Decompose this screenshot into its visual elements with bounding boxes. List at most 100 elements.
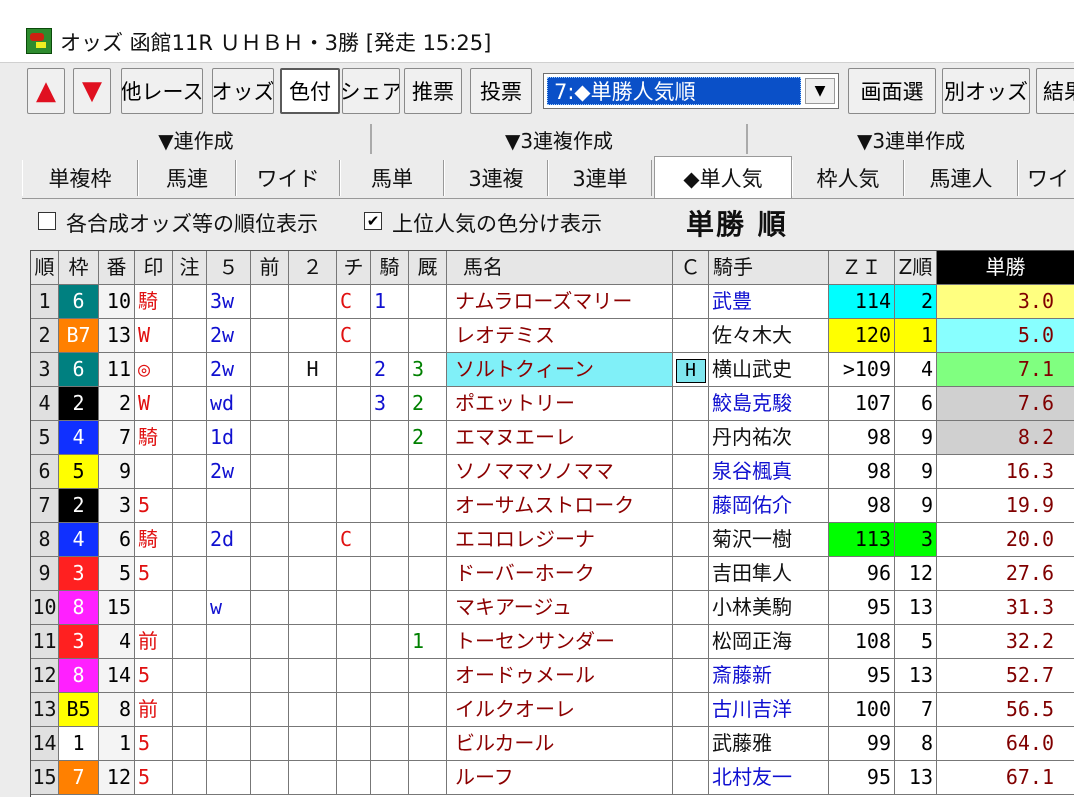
cell-two <box>289 523 337 557</box>
cell-horse[interactable]: マキアージュ <box>447 591 673 625</box>
prev-race-button[interactable]: ▲ <box>27 68 65 114</box>
column-header[interactable]: Ｃ <box>673 251 709 285</box>
table-row[interactable]: 13 B5 8 前 イルクオーレ 古川吉洋 100 7 56.5 <box>31 693 1074 727</box>
column-header[interactable]: 前 <box>251 251 289 285</box>
table-row[interactable]: 9 3 5 5 ドーバーホーク 吉田隼人 96 12 27.6 <box>31 557 1074 591</box>
share-button[interactable]: シェア <box>342 68 400 114</box>
odds-button[interactable]: オッズ <box>212 68 274 114</box>
table-row[interactable]: 6 5 9 2w ソノママソノママ 泉谷楓真 98 9 16.3 <box>31 455 1074 489</box>
vote-button[interactable]: 投票 <box>470 68 532 114</box>
column-header[interactable]: 注 <box>173 251 207 285</box>
cell-jockey[interactable]: 藤岡佑介 <box>709 489 829 523</box>
cell-horse[interactable]: ルーフ <box>447 761 673 795</box>
tab-sanrenpuku[interactable]: 3連複 <box>444 160 548 196</box>
cell-jockey[interactable]: 武藤雅 <box>709 727 829 761</box>
cell-jockey[interactable]: 佐々木大 <box>709 319 829 353</box>
table-row[interactable]: 11 3 4 前 1 トーセンサンダー 松岡正海 108 5 32.2 <box>31 625 1074 659</box>
column-header[interactable]: ５ <box>207 251 251 285</box>
table-row[interactable]: 15 7 12 5 ルーフ 北村友一 95 13 67.1 <box>31 761 1074 795</box>
tab-tanpuku-waku[interactable]: 単複枠 <box>22 160 138 196</box>
color-display-checkbox[interactable]: ✔ <box>364 212 382 230</box>
column-header[interactable]: 厩 <box>409 251 447 285</box>
table-row[interactable]: 4 2 2 Wwd 3 2 ポエットリー 鮫島克駿 107 6 7.6 <box>31 387 1074 421</box>
cell-horse[interactable]: レオテミス <box>447 319 673 353</box>
cell-c <box>673 625 709 659</box>
cell-horse[interactable]: オーサムストローク <box>447 489 673 523</box>
dropdown-arrow-icon[interactable]: ▼ <box>805 78 835 104</box>
cell-two <box>289 421 337 455</box>
column-header[interactable]: 順 <box>31 251 59 285</box>
other-race-button[interactable]: 他レース <box>121 68 203 114</box>
cell-jockey[interactable]: 北村友一 <box>709 761 829 795</box>
cell-horse[interactable]: イルクオーレ <box>447 693 673 727</box>
column-header[interactable]: 印 <box>135 251 173 285</box>
column-header[interactable]: 単勝 <box>937 251 1074 285</box>
column-header[interactable]: 番 <box>99 251 135 285</box>
recommend-button[interactable]: 推票 <box>404 68 462 114</box>
cell-jockey[interactable]: 松岡正海 <box>709 625 829 659</box>
column-header[interactable]: 馬名 <box>447 251 673 285</box>
cell-jockey[interactable]: 吉田隼人 <box>709 557 829 591</box>
column-header[interactable]: チ <box>337 251 371 285</box>
group-ren[interactable]: ▼連作成 <box>22 124 372 154</box>
rank-display-checkbox[interactable] <box>38 212 56 230</box>
column-header[interactable]: ＺＩ <box>829 251 895 285</box>
cell-horse[interactable]: エコロレジーナ <box>447 523 673 557</box>
tab-wide-ninki[interactable]: ワイ <box>1018 160 1074 196</box>
screen-select-button[interactable]: 画面選 <box>848 68 936 114</box>
cell-jockey[interactable]: 小林美駒 <box>709 591 829 625</box>
table-row[interactable]: 8 4 6 騎 2d C エコロレジーナ 菊沢一樹 113 3 20.0 <box>31 523 1074 557</box>
column-header[interactable]: 騎手 <box>709 251 829 285</box>
table-row[interactable]: 14 1 1 5 ビルカール 武藤雅 99 8 64.0 <box>31 727 1074 761</box>
group-sanrenpuku[interactable]: ▼3連複作成 <box>372 124 748 154</box>
next-race-button[interactable]: ▼ <box>73 68 111 114</box>
cell-horse[interactable]: ソノママソノママ <box>447 455 673 489</box>
tab-umatan[interactable]: 馬単 <box>340 160 444 196</box>
table-row[interactable]: 2 B7 13 W 2w C レオテミス 佐々木大 120 1 5.0 <box>31 319 1074 353</box>
column-header[interactable]: 騎 <box>371 251 409 285</box>
column-header[interactable]: ２ <box>289 251 337 285</box>
cell-horse[interactable]: ポエットリー <box>447 387 673 421</box>
group-sanrentan[interactable]: ▼3連単作成 <box>748 124 1074 154</box>
table-row[interactable]: 5 4 7 騎 1d 2 エマヌエーレ 丹内祐次 98 9 8.2 <box>31 421 1074 455</box>
cell-five: 2w <box>207 319 251 353</box>
color-toggle-button[interactable]: 色付 <box>280 68 340 114</box>
cell-c <box>673 523 709 557</box>
tab-umaren-ninki[interactable]: 馬連人 <box>904 160 1018 196</box>
cell-horse[interactable]: オードゥメール <box>447 659 673 693</box>
alt-odds-button[interactable]: 別オッズ <box>942 68 1030 114</box>
table-row[interactable]: 3 6 11 ◎ 2w H 2 3 ソルトクィーン H 横山武史 >109 4 7.1 <box>31 353 1074 387</box>
cell-jockey[interactable]: 武豊 <box>709 285 829 319</box>
table-row[interactable]: 1 6 10 騎 3w C 1 ナムラローズマリー 武豊 114 2 3.0 <box>31 285 1074 319</box>
cell-c <box>673 761 709 795</box>
cell-jockey[interactable]: 泉谷楓真 <box>709 455 829 489</box>
tab-wide[interactable]: ワイド <box>236 160 340 196</box>
table-row[interactable]: 10 8 15 w マキアージュ 小林美駒 95 13 31.3 <box>31 591 1074 625</box>
cell-horse[interactable]: ドーバーホーク <box>447 557 673 591</box>
cell-jockey[interactable]: 古川吉洋 <box>709 693 829 727</box>
column-header[interactable]: Z順 <box>895 251 937 285</box>
cell-odds: 16.3 <box>937 455 1074 489</box>
cell-horse[interactable]: トーセンサンダー <box>447 625 673 659</box>
tab-sanrentan[interactable]: 3連単 <box>548 160 652 196</box>
cell-horse[interactable]: ビルカール <box>447 727 673 761</box>
cell-jockey[interactable]: 斎藤新 <box>709 659 829 693</box>
cell-frame: 3 <box>59 625 99 659</box>
cell-horse[interactable]: ナムラローズマリー <box>447 285 673 319</box>
cell-horse[interactable]: エマヌエーレ <box>447 421 673 455</box>
cell-jockey[interactable]: 鮫島克駿 <box>709 387 829 421</box>
cell-two <box>289 489 337 523</box>
tab-umaren[interactable]: 馬連 <box>138 160 236 196</box>
cell-jockey[interactable]: 菊沢一樹 <box>709 523 829 557</box>
column-header[interactable]: 枠 <box>59 251 99 285</box>
table-row[interactable]: 7 2 3 5 オーサムストローク 藤岡佑介 98 9 19.9 <box>31 489 1074 523</box>
tab-tan-ninki[interactable]: ◆単人気 <box>654 156 792 198</box>
table-row[interactable]: 12 8 14 5 オードゥメール 斎藤新 95 13 52.7 <box>31 659 1074 693</box>
tab-waku-ninki[interactable]: 枠人気 <box>792 160 904 196</box>
cell-horse[interactable]: ソルトクィーン <box>447 353 673 387</box>
result-button[interactable]: 結果 <box>1036 68 1074 114</box>
cell-frame: 6 <box>59 353 99 387</box>
sort-order-select[interactable]: 7:◆単勝人気順 ▼ <box>543 73 839 109</box>
cell-jockey[interactable]: 横山武史 <box>709 353 829 387</box>
cell-jockey[interactable]: 丹内祐次 <box>709 421 829 455</box>
